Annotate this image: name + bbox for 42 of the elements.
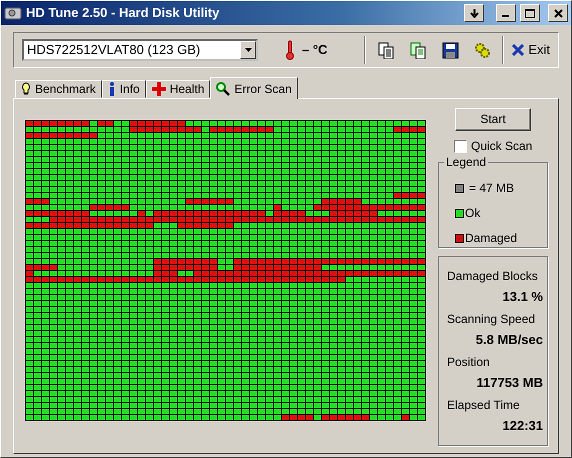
close-button[interactable] [548, 4, 568, 22]
save-icon [442, 42, 459, 58]
checkbox[interactable] [454, 140, 467, 153]
stat-value: 117753 MB [476, 375, 543, 390]
plus-icon [152, 82, 166, 96]
stat-value: 122:31 [502, 418, 543, 433]
stat-value: 13.1 % [502, 289, 543, 304]
bulb-icon [21, 82, 31, 96]
drive-dropdown[interactable]: HDS722512VLAT80 (123 GB) [22, 39, 258, 61]
caret-icon [244, 48, 252, 52]
maximize-button[interactable] [520, 4, 540, 22]
magnifier-icon [216, 82, 230, 96]
copy-icon [410, 42, 427, 58]
stat-label: Scanning Speed [447, 312, 536, 327]
start-button[interactable]: Start [455, 108, 531, 131]
thermometer-icon [286, 40, 294, 60]
legend-label: Damaged [465, 231, 518, 246]
checkbox-label: Quick Scan [471, 139, 532, 154]
tab[interactable]: Health [146, 80, 210, 98]
exit-button[interactable]: Exit [512, 38, 550, 62]
legend-label: Ok [465, 206, 480, 221]
maximize-icon [525, 8, 535, 18]
info-icon [108, 82, 116, 96]
down-arrow-button[interactable] [464, 4, 484, 22]
copy-icon [378, 42, 395, 58]
legend-label: = 47 MB [469, 181, 514, 196]
stat-value: 5.8 MB/sec [474, 332, 543, 347]
tab[interactable]: Error Scan [210, 77, 298, 99]
drive-name: HDS722512VLAT80 (123 GB) [27, 41, 200, 60]
window-title: HD Tune 2.50 - Hard Disk Utility [26, 4, 220, 22]
down-arrow-icon [470, 8, 478, 18]
stat-label: Damaged Blocks [447, 269, 539, 284]
tab[interactable]: Benchmark [15, 80, 102, 98]
legend-title: Legend [444, 155, 488, 170]
close-icon [554, 8, 562, 18]
gears-icon [474, 42, 491, 58]
temperature-reading: – °C [302, 41, 328, 60]
stat-label: Position [447, 355, 491, 370]
minimize-button[interactable] [496, 4, 516, 22]
close-icon [512, 44, 524, 56]
stat-label: Elapsed Time [447, 398, 521, 413]
tab[interactable]: Info [102, 80, 146, 98]
